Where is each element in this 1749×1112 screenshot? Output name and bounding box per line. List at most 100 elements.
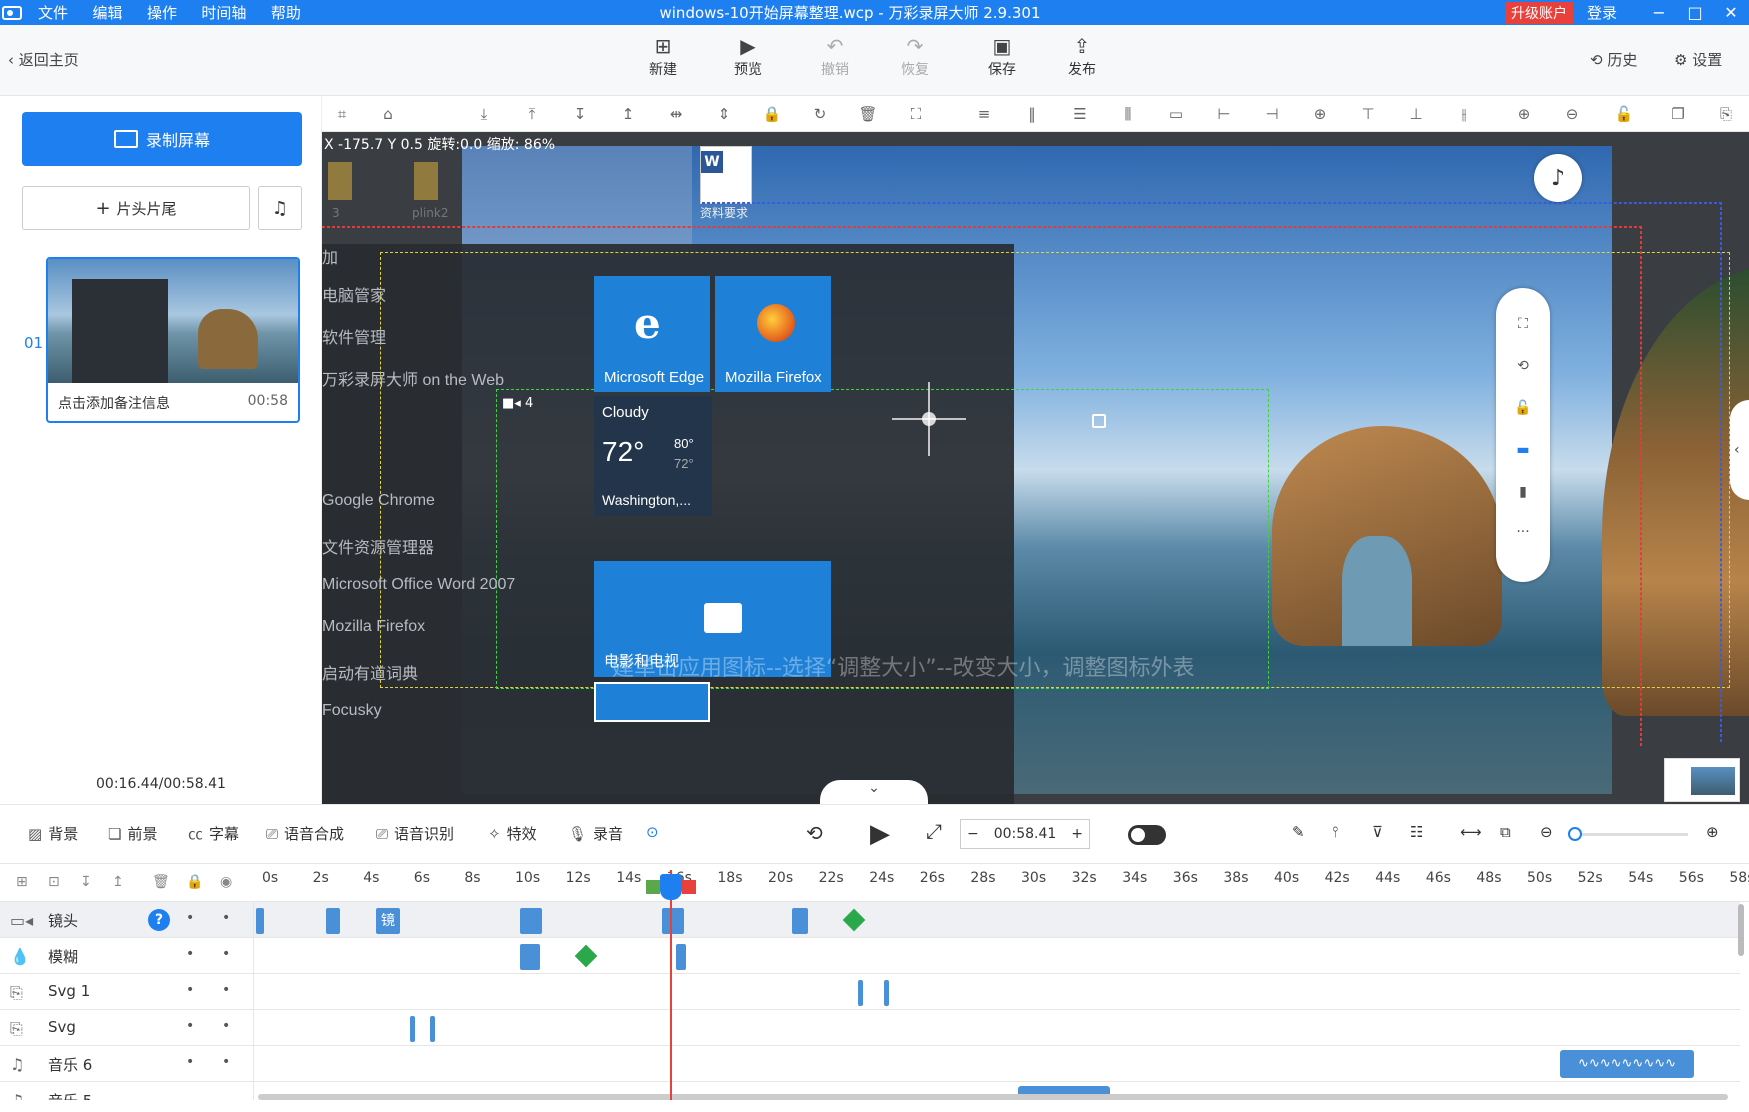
intro-outro-button[interactable]: + 片头片尾: [22, 186, 250, 230]
move-down-icon[interactable]: ↧: [570, 104, 590, 124]
timeline-clip[interactable]: [256, 908, 264, 934]
effects-button[interactable]: ✧ 特效: [488, 823, 537, 844]
vertical-scrollbar[interactable]: [1738, 904, 1744, 956]
fit-width-icon[interactable]: ⟷: [1460, 823, 1482, 841]
keyframe-diamond[interactable]: [842, 908, 866, 932]
menu-file[interactable]: 文件: [38, 4, 68, 22]
timeline-clip[interactable]: [430, 1016, 435, 1042]
menu-operate[interactable]: 操作: [147, 4, 177, 22]
timeline-clip[interactable]: 镜: [376, 908, 400, 934]
timeline-clip[interactable]: [858, 980, 863, 1006]
editing-canvas[interactable]: X -175.7 Y 0.5 旋转:0.0 缩放: 86% 3 plink2 W…: [322, 132, 1749, 804]
rotate-icon[interactable]: ↻: [810, 104, 830, 124]
lock-icon[interactable]: 🔒: [186, 874, 203, 890]
minus-icon[interactable]: −: [967, 826, 979, 842]
more-icon[interactable]: ···: [1513, 524, 1533, 544]
publish-button[interactable]: ⇪ 发布: [1052, 33, 1112, 79]
track-dot[interactable]: •: [186, 946, 194, 962]
canvas-minimap[interactable]: [1664, 758, 1740, 802]
track-dot[interactable]: •: [222, 1018, 230, 1034]
undo-button[interactable]: ↶ 撤销: [805, 33, 865, 79]
menu-help[interactable]: 帮助: [271, 4, 301, 22]
track-dot[interactable]: •: [222, 910, 230, 926]
timeline-clip[interactable]: [662, 908, 684, 934]
actual-size-icon[interactable]: ⧉: [1500, 823, 1511, 841]
timeline-ruler[interactable]: ⊞ ⊡ ↧ ↥ 🗑 🔒 ◉ 0s2s4s6s8s10s12s14s16s18s2…: [0, 864, 1749, 902]
crosshair-icon[interactable]: [892, 382, 966, 456]
crop-icon[interactable]: ⌗: [332, 104, 352, 124]
move-top-icon[interactable]: ⤒: [522, 104, 542, 124]
foreground-button[interactable]: ❏ 前景: [108, 823, 157, 844]
trash-icon[interactable]: 🗑: [858, 104, 878, 124]
move-down-icon[interactable]: ↧: [80, 874, 92, 890]
unlock-icon[interactable]: 🔓: [1614, 104, 1634, 124]
upgrade-account-button[interactable]: 升级账户: [1504, 1, 1573, 24]
zoom-in-icon[interactable]: ⊕: [1514, 104, 1534, 124]
playhead-handle[interactable]: [660, 874, 682, 900]
home-icon[interactable]: ⌂: [378, 104, 398, 124]
music-note-icon[interactable]: ♪: [1534, 154, 1582, 202]
align-vcenter-icon[interactable]: ⫲: [1454, 104, 1474, 124]
music-button[interactable]: ♫: [258, 186, 302, 230]
replay-icon[interactable]: ⟲: [806, 821, 823, 845]
zoom-in-icon[interactable]: ⊕: [1706, 823, 1719, 841]
in-marker[interactable]: [646, 880, 660, 894]
play-icon[interactable]: ▶: [870, 819, 890, 849]
fullscreen-icon[interactable]: ⤢: [926, 819, 942, 843]
timeline-clip[interactable]: [520, 908, 542, 934]
audio-waveform-clip[interactable]: ∿∿∿∿∿∿∿∿∿: [1560, 1050, 1694, 1078]
help-icon[interactable]: ?: [148, 909, 170, 931]
zoom-slider[interactable]: [1572, 833, 1688, 836]
eye-icon[interactable]: ◉: [220, 874, 232, 890]
close-button[interactable]: ✕: [1713, 3, 1749, 22]
track-svg1[interactable]: ⎘ Svg 1 • •: [0, 974, 1740, 1010]
zoom-slider-knob[interactable]: [1568, 827, 1582, 841]
record-screen-button[interactable]: 录制屏幕: [22, 112, 302, 166]
minimize-button[interactable]: −: [1641, 3, 1677, 22]
timeline-toggle[interactable]: [1128, 825, 1166, 845]
flip-horizontal-icon[interactable]: ⇹: [666, 104, 686, 124]
background-button[interactable]: ▨ 背景: [28, 823, 78, 844]
align-top-icon[interactable]: ⊤: [1358, 104, 1378, 124]
distribute-v-icon[interactable]: ☰: [1070, 104, 1090, 124]
move-up-icon[interactable]: ↥: [112, 874, 124, 890]
clip-note[interactable]: 点击添加备注信息: [58, 393, 170, 413]
unlock-icon[interactable]: 🔓: [1513, 400, 1533, 420]
history-button[interactable]: ⟲ 历史: [1590, 49, 1637, 70]
mobile-icon[interactable]: ▮: [1513, 484, 1533, 504]
timeline-clip[interactable]: [884, 980, 889, 1006]
paste-icon[interactable]: ⎘: [1716, 104, 1736, 124]
same-width-icon[interactable]: ▭: [1166, 104, 1186, 124]
align-middle-icon[interactable]: ⊕: [1310, 104, 1330, 124]
save-button[interactable]: ▣ 保存: [972, 33, 1032, 79]
move-bottom-icon[interactable]: ⤓: [474, 104, 494, 124]
settings-button[interactable]: ⚙ 设置: [1674, 49, 1722, 70]
flip-vertical-icon[interactable]: ⇕: [714, 104, 734, 124]
menu-edit[interactable]: 编辑: [92, 4, 122, 22]
distribute-h-icon[interactable]: ⫼: [1118, 104, 1138, 124]
maximize-button[interactable]: □: [1677, 3, 1713, 22]
track-dot[interactable]: •: [222, 982, 230, 998]
rotate-icon[interactable]: ⟲: [1513, 358, 1533, 378]
copy-icon[interactable]: ❐: [1668, 104, 1688, 124]
align-right-icon[interactable]: ⊣: [1262, 104, 1282, 124]
menu-timeline[interactable]: 时间轴: [201, 4, 246, 22]
add-track-icon[interactable]: ⊡: [48, 874, 60, 890]
track-dot[interactable]: •: [222, 1054, 230, 1070]
timeline-clip[interactable]: [410, 1016, 415, 1042]
tts-button[interactable]: ⎚ 语音合成: [266, 823, 344, 844]
duration-value[interactable]: 00:58.41: [994, 826, 1057, 842]
move-up-icon[interactable]: ↥: [618, 104, 638, 124]
lock-icon[interactable]: 🔒: [762, 104, 782, 124]
new-button[interactable]: ⊞ 新建: [633, 33, 693, 79]
zoom-out-icon[interactable]: ⊖: [1540, 823, 1553, 841]
track-lens[interactable]: ▭◂ 镜头 ? • • 镜: [0, 902, 1740, 938]
lock-icon[interactable]: [1092, 414, 1106, 428]
more-options-icon[interactable]: ⊙: [646, 823, 659, 841]
track-svg[interactable]: ⎘ Svg • •: [0, 1010, 1740, 1046]
record-audio-button[interactable]: 🎙 录音: [568, 823, 623, 844]
playhead-line[interactable]: [670, 870, 672, 1100]
edit-icon[interactable]: ✎: [1292, 823, 1305, 841]
clip-card[interactable]: 点击添加备注信息 00:58: [46, 257, 300, 423]
out-marker[interactable]: [682, 880, 696, 894]
